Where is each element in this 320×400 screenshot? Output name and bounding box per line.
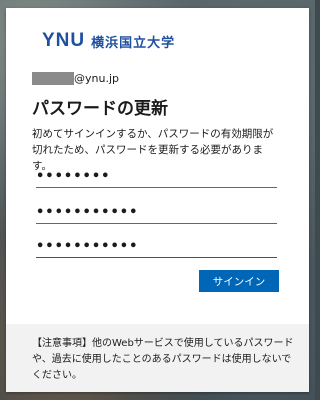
current-password-field[interactable]: ••••••••	[36, 164, 277, 188]
page-title: パスワードの更新	[32, 99, 168, 119]
notice-box: 【注意事項】他のWebサービスで使用しているパスワードや、過去に使用したことのあ…	[6, 324, 309, 392]
logo-jp: 横浜国立大学	[91, 35, 176, 51]
new-password-field[interactable]: •••••••••••	[36, 200, 277, 224]
ynu-logo: YNU 横浜国立大学	[42, 30, 175, 52]
confirm-password-field[interactable]: •••••••••••	[36, 234, 277, 258]
account-identifier: @ynu.jp	[32, 70, 119, 86]
notice-text: 【注意事項】他のWebサービスで使用しているパスワードや、過去に使用したことのあ…	[32, 338, 294, 381]
signin-button[interactable]: サインイン	[199, 270, 279, 292]
redacted-username	[32, 71, 74, 85]
logo-en: YNU	[42, 30, 86, 51]
account-domain: @ynu.jp	[74, 71, 119, 85]
